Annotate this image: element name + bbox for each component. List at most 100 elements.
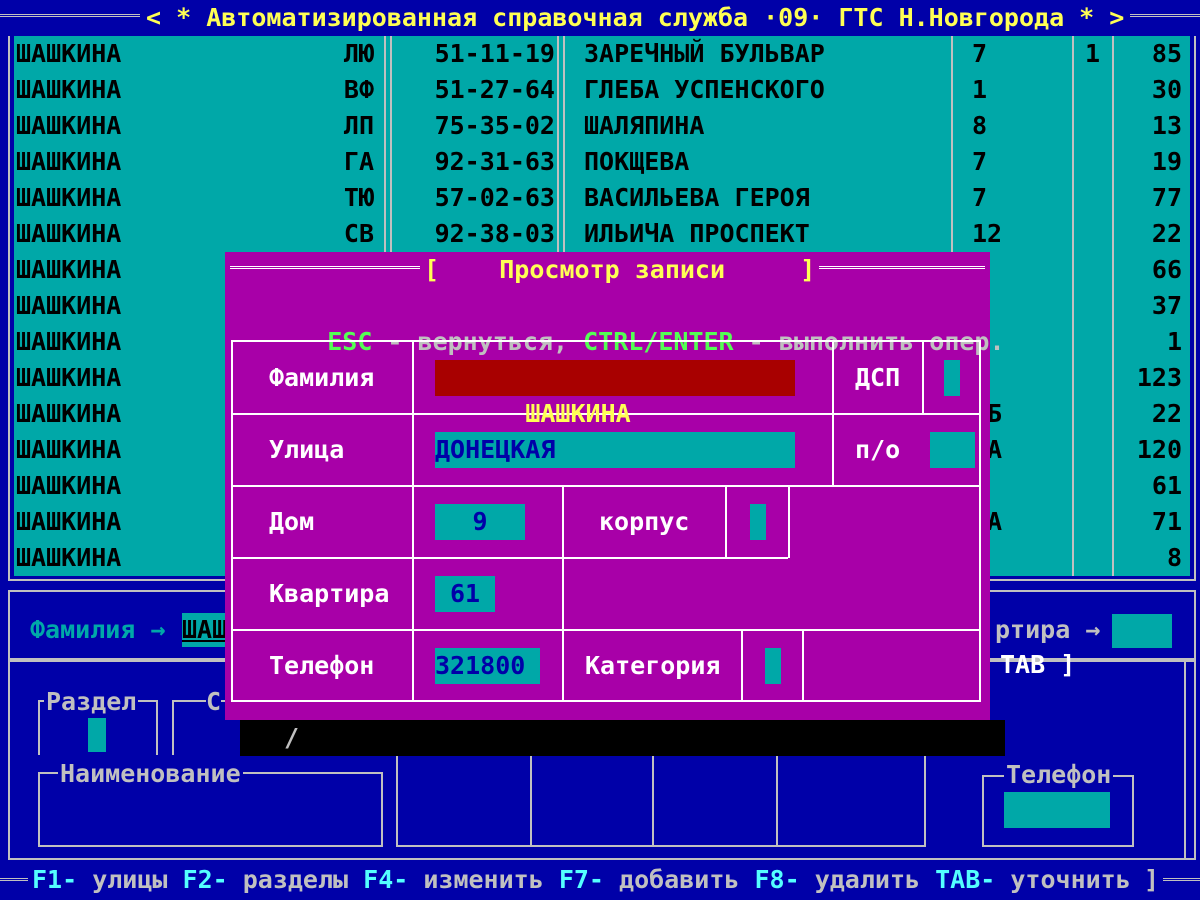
cell-house: 7 <box>972 183 988 212</box>
fkey-desc: изменить <box>408 865 559 894</box>
cell-house: 1 <box>972 75 988 104</box>
korpus-label: корпус <box>599 507 690 536</box>
record-form: Фамилия ШАШКИНА ЕЕ ДСП Улица ДОНЕЦКАЯ п/… <box>231 340 981 702</box>
cell-surname: ШАШКИНА <box>16 435 122 464</box>
po-label: п/о <box>855 435 901 464</box>
cell-building: 1 <box>1084 39 1100 68</box>
fkey-end: ] <box>1140 862 1164 898</box>
cell-phone: 57-02-63 <box>434 183 555 212</box>
cell-surname: ШАШКИНА <box>16 471 122 500</box>
fkey-key[interactable]: F7- <box>559 865 604 894</box>
korpus-field[interactable] <box>750 504 766 540</box>
fkey-desc: удалить <box>799 865 936 894</box>
cell-flat: 71 <box>1151 507 1182 536</box>
street-label: Улица <box>269 435 345 464</box>
fkey-key[interactable]: F1- <box>32 865 77 894</box>
fkey-desc: добавить <box>603 865 755 894</box>
cell-initials: ЛЮ <box>343 39 374 68</box>
cell-surname: ШАШКИНА <box>16 507 122 536</box>
cell-flat: 22 <box>1151 219 1182 248</box>
scrollbar-track[interactable] <box>1184 660 1186 860</box>
cell-flat: 13 <box>1151 111 1182 140</box>
fkey-key[interactable]: TAB- <box>935 865 995 894</box>
table-row[interactable]: ШАШКИНА СВ 92-38-03 ИЛЬИЧА ПРОСПЕКТ 12 22 <box>14 216 1190 252</box>
table-row[interactable]: ШАШКИНА ЛЮ 51-11-19 ЗАРЕЧНЫЙ БУЛЬВАР 7 1 85 <box>14 36 1190 72</box>
cell-initials: ВФ <box>343 75 374 104</box>
cell-surname: ШАШКИНА <box>16 327 122 356</box>
search-surname-input[interactable]: ШАШ <box>182 613 228 647</box>
table-row[interactable]: ШАШКИНА ГА 92-31-63 ПОКЩЕВА 7 19 <box>14 144 1190 180</box>
cell-street: ШАЛЯПИНА <box>584 111 705 140</box>
s-frame <box>172 700 232 755</box>
cell-house: 7 <box>972 39 988 68</box>
cell-phone: 51-27-64 <box>434 75 555 104</box>
cell-house: 12 <box>972 219 1003 248</box>
tab-hint: TAB ] <box>1000 650 1076 679</box>
cell-initials: ЛП <box>343 111 374 140</box>
s-label: С <box>206 684 222 720</box>
search-surname-label: Фамилия → <box>30 615 166 644</box>
cell-initials: ТЮ <box>343 183 374 212</box>
cell-surname: ШАШКИНА <box>16 291 122 320</box>
cell-flat: 30 <box>1151 75 1182 104</box>
cell-house: 8 <box>972 111 988 140</box>
cell-phone: 51-11-19 <box>434 39 555 68</box>
cell-phone: 75-35-02 <box>434 111 555 140</box>
flat-field[interactable]: 61 <box>435 576 495 612</box>
fkey-key[interactable]: F8- <box>754 865 799 894</box>
category-field[interactable] <box>765 648 781 684</box>
search-flat-label: ртира → <box>995 615 1101 644</box>
table-row[interactable]: ШАШКИНА ЛП 75-35-02 ШАЛЯПИНА 8 13 <box>14 108 1190 144</box>
cell-surname: ШАШКИНА <box>16 363 122 392</box>
cell-flat: 85 <box>1151 39 1182 68</box>
surname-value: ШАШКИНА <box>525 399 631 428</box>
phone-input[interactable] <box>1004 792 1110 828</box>
phone-label: Телефон <box>269 651 375 680</box>
section-input[interactable] <box>88 718 106 752</box>
house-field[interactable]: 9 <box>435 504 525 540</box>
dsp-field[interactable] <box>944 360 960 396</box>
table-row[interactable]: ШАШКИНА ВФ 51-27-64 ГЛЕБА УСПЕНСКОГО 1 30 <box>14 72 1190 108</box>
cell-flat: 19 <box>1151 147 1182 176</box>
cell-flat: 8 <box>1166 543 1182 572</box>
cell-surname: ШАШКИНА <box>16 543 122 572</box>
name-label: Наименование <box>58 756 243 792</box>
cell-surname: ШАШКИНА <box>16 147 122 176</box>
cell-flat: 120 <box>1136 435 1182 464</box>
cell-street: ГЛЕБА УСПЕНСКОГО <box>584 75 825 104</box>
phone-label: Телефон <box>1004 757 1114 793</box>
cell-initials: ГА <box>343 147 374 176</box>
cell-street: ЗАРЕЧНЫЙ БУЛЬВАР <box>584 39 825 68</box>
surname-label: Фамилия <box>269 363 375 392</box>
surname-field[interactable]: ШАШКИНА ЕЕ <box>435 360 795 464</box>
fkey-desc: улицы <box>77 865 183 894</box>
search-flat-input[interactable] <box>1112 614 1172 648</box>
house-label: Дом <box>269 507 315 536</box>
table-row[interactable]: ШАШКИНА ТЮ 57-02-63 ВАСИЛЬЕВА ГЕРОЯ 7 77 <box>14 180 1190 216</box>
cell-initials: СВ <box>343 219 374 248</box>
cell-surname: ШАШКИНА <box>16 111 122 140</box>
fkey-key[interactable]: F2- <box>183 865 228 894</box>
cell-surname: ШАШКИНА <box>16 183 122 212</box>
cell-house: 7 <box>972 147 988 176</box>
cell-surname: ШАШКИНА <box>16 39 122 68</box>
fkey-desc: уточнить <box>995 865 1146 894</box>
street-field[interactable]: ДОНЕЦКАЯ <box>435 432 795 468</box>
category-label: Категория <box>585 651 721 680</box>
phone-field[interactable]: 321800 <box>435 648 540 684</box>
cell-flat: 61 <box>1151 471 1182 500</box>
flat-label: Квартира <box>269 579 390 608</box>
cell-flat: 66 <box>1151 255 1182 284</box>
cell-flat: 1 <box>1166 327 1182 356</box>
cell-street: ИЛЬИЧА ПРОСПЕКТ <box>584 219 810 248</box>
fkey-list: F1- улицы F2- разделы F4- изменить F7- д… <box>28 862 1150 898</box>
cell-surname: ШАШКИНА <box>16 399 122 428</box>
fkey-key[interactable]: F4- <box>363 865 408 894</box>
cell-phone: 92-38-03 <box>434 219 555 248</box>
cell-surname: ШАШКИНА <box>16 255 122 284</box>
cell-phone: 92-31-63 <box>434 147 555 176</box>
dialog-title: [ Просмотр записи ] <box>420 252 820 288</box>
function-key-bar: F1- улицы F2- разделы F4- изменить F7- д… <box>0 862 1200 898</box>
po-field[interactable] <box>930 432 975 468</box>
dialog-shadow: / <box>240 720 1005 756</box>
